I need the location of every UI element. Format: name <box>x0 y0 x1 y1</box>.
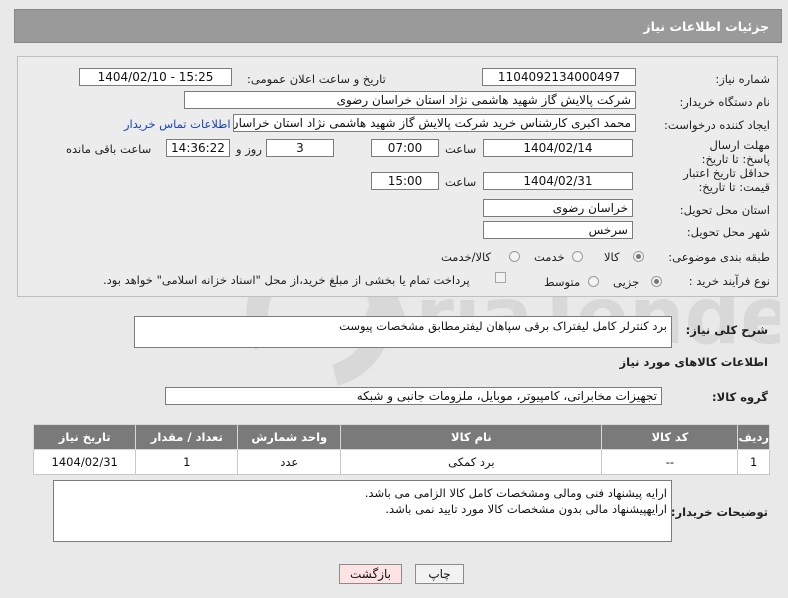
announce-field: 1404/02/10 - 15:25 <box>79 68 232 86</box>
process-label: نوع فرآیند خرید : <box>688 274 770 288</box>
price-validity-time-field: 15:00 <box>371 172 439 190</box>
col-item-name: نام کالا <box>340 424 603 450</box>
deadline-time-field: 07:00 <box>371 139 439 157</box>
cell-unit: عدد <box>237 449 342 475</box>
category-service-radio[interactable] <box>572 251 583 262</box>
days-field: 3 <box>266 139 334 157</box>
category-service-label: خدمت <box>534 250 565 264</box>
process-minor-label: جزیی <box>613 275 640 289</box>
cell-need-date: 1404/02/31 <box>32 449 137 475</box>
goods-table-header-row: تاریخ نیاز تعداد / مقدار واحد شمارش نام … <box>32 424 770 450</box>
buyer-notes-field[interactable]: ارایه پیشنهاد فنی ومالی ومشخصات کامل کال… <box>53 480 672 542</box>
payment-note: پرداخت تمام یا بخشی از مبلغ خرید،از محل … <box>103 273 470 287</box>
category-goods-label: کالا <box>604 250 620 264</box>
description-label: شرح کلی نیاز: <box>685 323 768 337</box>
col-need-date: تاریخ نیاز <box>32 424 137 450</box>
price-validity-label: حداقل تاریخ اعتبار قیمت: تا تاریخ: <box>683 166 770 194</box>
province-field: خراسان رضوی <box>483 199 633 217</box>
price-validity-date-field: 1404/02/31 <box>483 172 633 190</box>
col-row: ردیف <box>737 424 770 450</box>
cell-item-name: برد کمکی <box>340 449 603 475</box>
remaining-label: ساعت باقی مانده <box>66 142 152 156</box>
back-button[interactable]: بازگشت <box>339 564 402 584</box>
print-button[interactable]: چاپ <box>415 564 464 584</box>
cell-row: 1 <box>737 449 770 475</box>
days-label: روز و <box>236 142 262 156</box>
goods-table: تاریخ نیاز تعداد / مقدار واحد شمارش نام … <box>32 424 770 475</box>
need-number-field: 1104092134000497 <box>482 68 636 86</box>
col-quantity: تعداد / مقدار <box>135 424 239 450</box>
cell-quantity: 1 <box>135 449 239 475</box>
process-medium-label: متوسط <box>544 275 581 289</box>
page-title: جزئیات اطلاعات نیاز <box>643 18 769 34</box>
need-number-label: شماره نیاز: <box>715 72 770 86</box>
city-label: شهر محل تحویل: <box>686 225 770 239</box>
deadline-date-field: 1404/02/14 <box>483 139 633 157</box>
col-unit: واحد شمارش <box>237 424 342 450</box>
category-goods-radio[interactable] <box>633 251 644 262</box>
price-validity-time-label: ساعت <box>445 175 477 189</box>
table-row: 1404/02/31 1 عدد برد کمکی -- 1 <box>32 449 770 475</box>
category-goods-service-label: کالا/خدمت <box>441 250 492 264</box>
description-field[interactable]: برد کنترلر کامل لیفتراک برقی سپاهان لیفت… <box>134 316 672 348</box>
process-medium-radio[interactable] <box>588 276 599 287</box>
announce-label: تاریخ و ساعت اعلان عمومی: <box>247 72 386 86</box>
treasury-payment-checkbox[interactable] <box>495 272 506 283</box>
province-label: استان محل تحویل: <box>679 203 770 217</box>
remaining-time-field: 14:36:22 <box>166 139 230 157</box>
city-field: سرخس <box>483 221 633 239</box>
col-item-code: کد کالا <box>601 424 739 450</box>
buyer-notes-label: توضیحات خریدار: <box>670 505 768 519</box>
creator-label: ایجاد کننده درخواست: <box>664 118 770 132</box>
buyer-org-field: شرکت پالایش گاز شهید هاشمی نژاد استان خر… <box>184 91 636 109</box>
process-minor-radio[interactable] <box>651 276 662 287</box>
buyer-org-label: نام دستگاه خریدار: <box>679 95 770 109</box>
buyer-contact-link[interactable]: اطلاعات تماس خریدار <box>124 117 231 131</box>
buyer-notes-line-1: ارایه پیشنهاد فنی ومالی ومشخصات کامل کال… <box>364 486 667 500</box>
category-label: طبقه بندی موضوعی: <box>668 250 770 264</box>
creator-field: محمد اکبری کارشناس خرید شرکت پالایش گاز … <box>233 114 636 132</box>
category-goods-service-radio[interactable] <box>509 251 520 262</box>
goods-group-label: گروه کالا: <box>712 390 768 404</box>
buyer-notes-line-2: ارایهپیشنهاد مالی بدون مشخصات کالا مورد … <box>385 502 667 516</box>
cell-item-code: -- <box>601 449 739 475</box>
goods-section-title: اطلاعات کالاهای مورد نیاز <box>619 355 768 369</box>
goods-group-field: تجهیزات مخابراتی، کامپیوتر، موبایل، ملزو… <box>165 387 662 405</box>
deadline-time-label: ساعت <box>445 142 477 156</box>
deadline-label: مهلت ارسال پاسخ: تا تاریخ: <box>701 138 770 166</box>
page-header: جزئیات اطلاعات نیاز <box>14 9 782 43</box>
